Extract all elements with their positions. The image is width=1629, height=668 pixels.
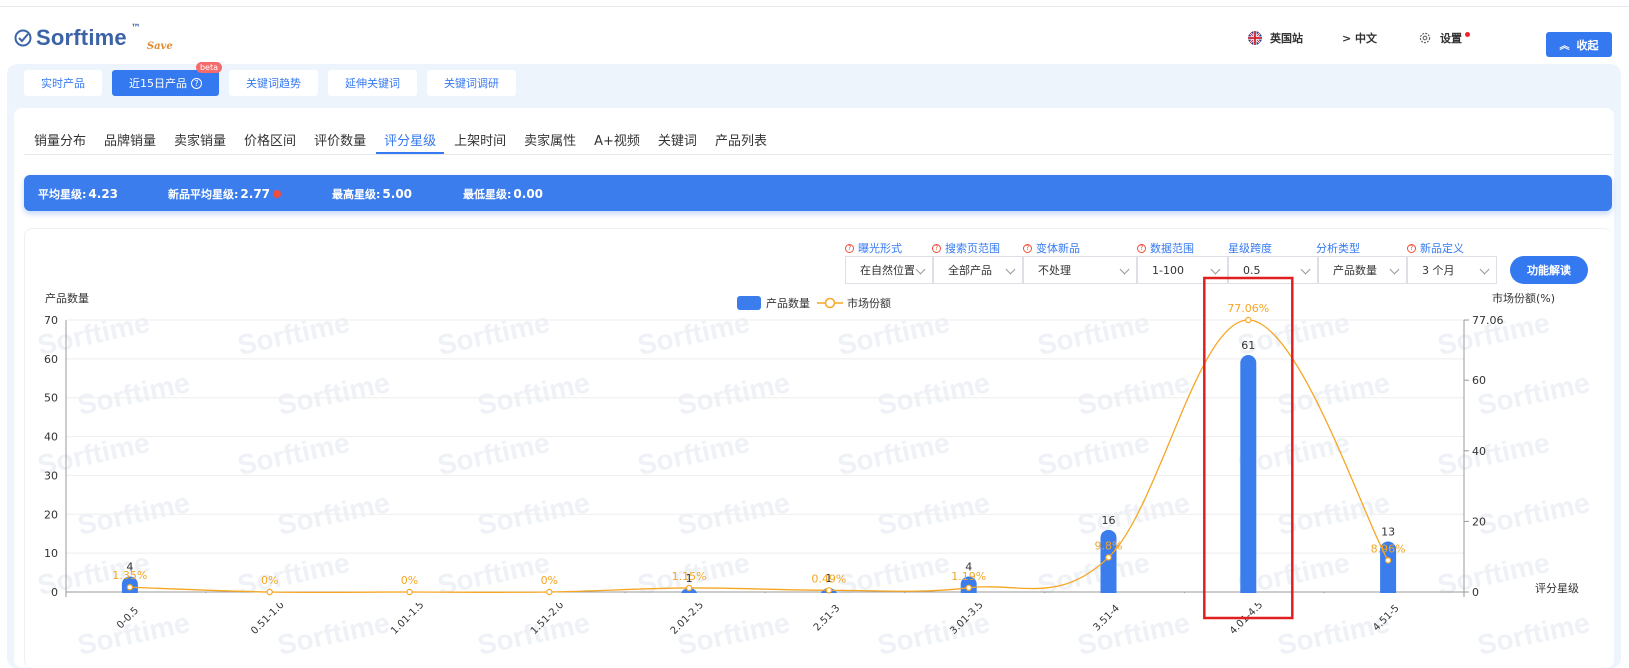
watermark-text: Sorftime [275, 607, 393, 661]
y-tick-label: 50 [44, 392, 58, 405]
line-point [825, 587, 833, 594]
watermark-text: Sorftime [835, 547, 953, 601]
watermark-text: Sorftime [1035, 427, 1153, 481]
line-point [546, 588, 553, 596]
watermark-text: Sorftime [475, 367, 593, 421]
watermark-text: Sorftime [75, 367, 193, 421]
bar-value-label: 61 [1241, 339, 1255, 352]
watermark-text: Sorftime [675, 367, 793, 421]
watermark-text: Sorftime [1475, 607, 1593, 661]
bar [1240, 354, 1257, 600]
y2-axis-title: 市场份额(%) [1492, 291, 1555, 305]
watermark-text: Sorftime [1475, 487, 1593, 541]
axis-mask [67, 593, 1463, 603]
line-value-label: 77.06% [1227, 302, 1269, 315]
line-point [126, 584, 134, 591]
watermark-text: Sorftime [235, 427, 353, 481]
watermark-text: Sorftime [435, 427, 553, 481]
watermark-layer: Sorftime Sorftime Sorftime Sorftime Sorftime… [35, 307, 1593, 661]
line-point [266, 588, 273, 596]
y-tick-label: 10 [44, 547, 58, 560]
line-value-label: 1.35% [112, 569, 147, 582]
y2-tick-label: 77.06 [1472, 314, 1504, 327]
line-value-label: 1.19% [951, 570, 986, 583]
line-point [965, 584, 972, 591]
line-point [1105, 554, 1112, 561]
y2-tick-label: 20 [1472, 515, 1486, 528]
watermark-text: Sorftime [1435, 427, 1553, 481]
watermark-text: Sorftime [1475, 367, 1593, 421]
watermark-text: Sorftime [635, 427, 753, 481]
bar-value-label: 16 [1102, 514, 1116, 527]
legend-bar-swatch [737, 296, 761, 310]
rating-chart: Sorftime Sorftime Sorftime Sorftime Sorftime… [35, 276, 1593, 661]
y2-tick-label: 60 [1472, 374, 1486, 387]
watermark-text: Sorftime [835, 427, 953, 481]
line-point [1245, 316, 1252, 324]
line-point [406, 588, 413, 596]
line-value-label: 8.96% [1371, 542, 1406, 555]
watermark-text: Sorftime [1075, 607, 1193, 661]
y-tick-label: 40 [44, 431, 58, 444]
y2-tick-label: 0 [1472, 586, 1479, 599]
watermark-text: Sorftime [1075, 367, 1193, 421]
legend-line-marker [824, 297, 836, 309]
line-value-label: 0.49% [811, 572, 846, 585]
watermark-text: Sorftime [235, 307, 353, 361]
line-point [685, 584, 693, 592]
watermark-text: Sorftime [875, 367, 993, 421]
watermark-text: Sorftime [435, 307, 553, 361]
y-tick-label: 20 [44, 508, 58, 521]
x-tick-label: 2.51-3 [812, 603, 843, 634]
chart-legend: 产品数量 市场份额 [737, 296, 891, 310]
watermark-text: Sorftime [1235, 307, 1353, 361]
line-point [1384, 557, 1392, 564]
y-tick-label: 30 [44, 469, 58, 482]
y-axis-title: 产品数量 [45, 291, 89, 305]
watermark-text: Sorftime [1035, 307, 1153, 361]
line-value-label: 0% [401, 574, 418, 587]
watermark-text: Sorftime [635, 307, 753, 361]
y-tick-label: 70 [44, 314, 58, 327]
x-tick-label: 1.01-1.5 [389, 600, 426, 637]
watermark-text: Sorftime [835, 307, 953, 361]
line-value-label: 0% [261, 574, 278, 587]
line-value-label: 1.15% [672, 570, 707, 583]
watermark-text: Sorftime [1035, 547, 1153, 601]
legend-line-label: 市场份额 [847, 296, 891, 310]
watermark-text: Sorftime [275, 367, 393, 421]
line-value-label: 9.8% [1095, 539, 1123, 552]
legend-bar-label: 产品数量 [766, 296, 810, 310]
x-axis-title: 评分星级 [1535, 582, 1579, 595]
bar-value-label: 13 [1381, 525, 1395, 538]
y2-tick-label: 40 [1472, 445, 1486, 458]
line-value-label: 0% [541, 574, 558, 587]
y-tick-label: 0 [51, 586, 58, 599]
y-tick-label: 60 [44, 353, 58, 366]
